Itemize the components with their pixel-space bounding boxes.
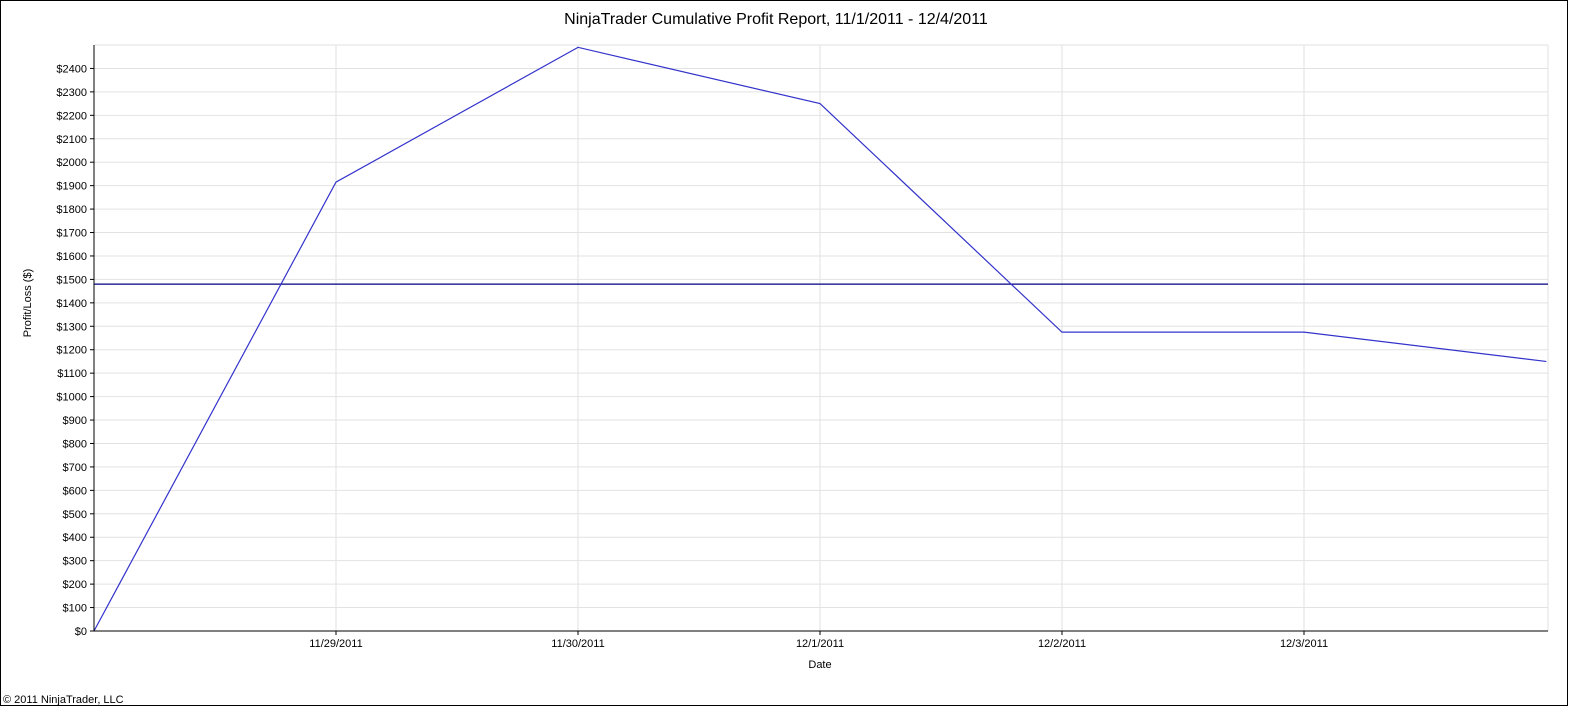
y-tick-label: $1700 bbox=[56, 228, 87, 240]
y-tick-label: $2300 bbox=[56, 87, 87, 99]
x-tick-label: 12/1/2011 bbox=[796, 638, 844, 650]
x-tick-label: 12/3/2011 bbox=[1280, 638, 1328, 650]
x-axis-title: Date bbox=[808, 659, 831, 671]
y-tick-label: $700 bbox=[63, 462, 87, 474]
y-tick-label: $2000 bbox=[56, 157, 87, 169]
data-point bbox=[1545, 360, 1547, 362]
y-tick-label: $2200 bbox=[56, 110, 87, 122]
copyright-text: © 2011 NinjaTrader, LLC bbox=[3, 694, 124, 706]
y-tick-label: $1000 bbox=[56, 392, 87, 404]
data-point bbox=[1303, 331, 1305, 333]
x-axis-ticks: 11/29/2011 11/30/2011 12/1/2011 12/2/2011 12… bbox=[309, 631, 1328, 650]
data-point bbox=[577, 46, 579, 48]
data-point bbox=[1061, 331, 1063, 333]
y-tick-label: $400 bbox=[63, 532, 87, 544]
data-point bbox=[335, 181, 337, 183]
y-tick-label: $1800 bbox=[56, 204, 87, 216]
y-tick-label: $800 bbox=[63, 438, 87, 450]
y-tick-label: $500 bbox=[63, 509, 87, 521]
y-tick-label: $900 bbox=[63, 415, 87, 427]
x-tick-label: 11/29/2011 bbox=[309, 638, 362, 650]
chart-title: NinjaTrader Cumulative Profit Report, 11… bbox=[564, 11, 988, 28]
y-tick-label: $1200 bbox=[56, 345, 87, 357]
y-tick-label: $1400 bbox=[56, 298, 87, 310]
y-tick-label: $1100 bbox=[57, 368, 87, 380]
y-tick-label: $300 bbox=[63, 556, 87, 568]
y-tick-label: $200 bbox=[63, 579, 87, 591]
y-tick-label: $100 bbox=[63, 603, 87, 615]
y-tick-label: $1300 bbox=[56, 321, 87, 333]
y-tick-label: $1500 bbox=[56, 274, 87, 286]
data-point bbox=[819, 103, 821, 105]
y-tick-label: $2100 bbox=[56, 134, 87, 146]
y-tick-label: $1900 bbox=[56, 181, 87, 193]
y-axis-ticks: $0 $100 $200 $300 $400 $500 $600 $700 $800 $900 $1… bbox=[56, 63, 94, 638]
x-tick-label: 12/2/2011 bbox=[1038, 638, 1086, 650]
y-tick-label: $2400 bbox=[56, 63, 87, 75]
y-axis-title: Profit/Loss ($) bbox=[22, 269, 34, 337]
y-tick-label: $600 bbox=[63, 485, 87, 497]
profit-chart: NinjaTrader Cumulative Profit Report, 11… bbox=[22, 11, 1549, 671]
y-tick-label: $1600 bbox=[56, 251, 87, 263]
x-tick-label: 11/30/2011 bbox=[551, 638, 604, 650]
y-tick-label: $0 bbox=[75, 626, 87, 638]
axes bbox=[93, 45, 1548, 632]
grid bbox=[94, 44, 1549, 631]
